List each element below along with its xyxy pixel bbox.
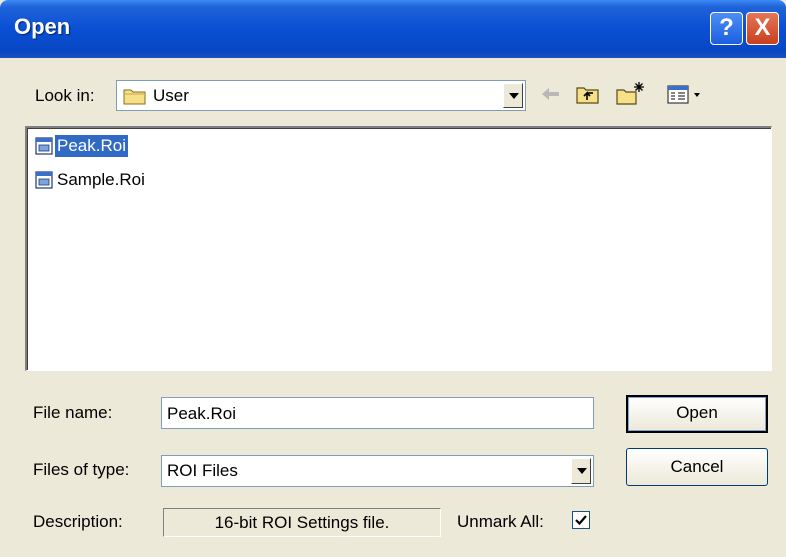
look-in-label: Look in: — [35, 86, 95, 105]
title-bar[interactable]: Open ? X — [0, 0, 786, 58]
description-label: Description: — [33, 512, 123, 531]
file-type-value: ROI Files — [167, 461, 238, 480]
file-item[interactable]: Sample.Roi — [35, 168, 147, 192]
folder-icon — [123, 86, 147, 111]
up-folder-icon[interactable] — [574, 80, 602, 108]
unmark-all-checkbox[interactable] — [572, 511, 590, 529]
roi-file-icon — [35, 171, 53, 189]
file-name: Sample.Roi — [57, 170, 145, 189]
new-folder-icon[interactable] — [614, 80, 644, 108]
open-dialog: Open ? X Look in: User Peak.Roi Sample.R… — [0, 0, 786, 557]
description-value: 16-bit ROI Settings file. — [214, 513, 390, 532]
window-title: Open — [14, 14, 71, 39]
file-name-input[interactable]: Peak.Roi — [161, 397, 594, 429]
cancel-button[interactable]: Cancel — [626, 448, 768, 486]
file-name-value: Peak.Roi — [167, 404, 236, 423]
unmark-all-label: Unmark All: — [457, 512, 544, 531]
file-item[interactable]: Peak.Roi — [35, 134, 128, 158]
file-name-label: File name: — [33, 403, 113, 422]
file-type-combo[interactable]: ROI Files — [161, 455, 594, 487]
checkmark-icon — [575, 515, 587, 526]
look-in-combo[interactable]: User — [116, 80, 526, 111]
look-in-value: User — [153, 86, 189, 105]
view-menu-icon[interactable] — [664, 80, 708, 108]
file-type-dropdown-arrow[interactable] — [571, 458, 591, 484]
back-arrow-icon[interactable] — [537, 80, 565, 108]
description-box: 16-bit ROI Settings file. — [163, 508, 441, 537]
file-list[interactable]: Peak.Roi Sample.Roi — [25, 126, 772, 371]
open-button[interactable]: Open — [626, 395, 768, 433]
roi-file-icon — [35, 137, 53, 155]
look-in-dropdown-arrow[interactable] — [503, 83, 523, 108]
help-button[interactable]: ? — [710, 12, 743, 45]
file-type-label: Files of type: — [33, 460, 130, 479]
close-button[interactable]: X — [746, 12, 779, 45]
file-name: Peak.Roi — [55, 135, 128, 157]
